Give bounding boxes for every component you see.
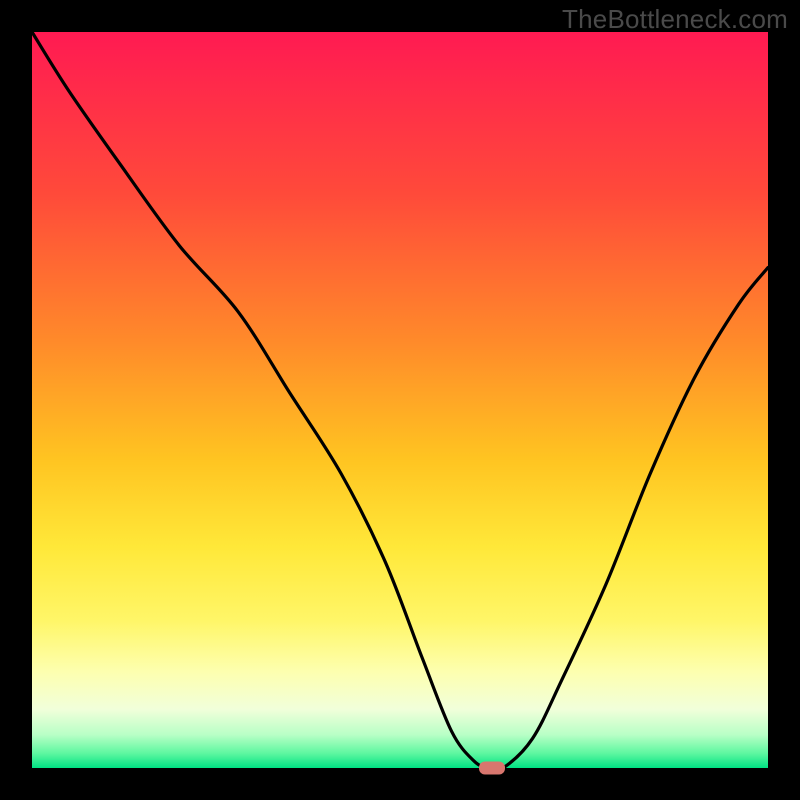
plot-area	[32, 32, 768, 768]
watermark-text: TheBottleneck.com	[562, 4, 788, 35]
bottleneck-chart	[0, 0, 800, 800]
chart-container: TheBottleneck.com	[0, 0, 800, 800]
optimal-marker	[479, 762, 505, 775]
